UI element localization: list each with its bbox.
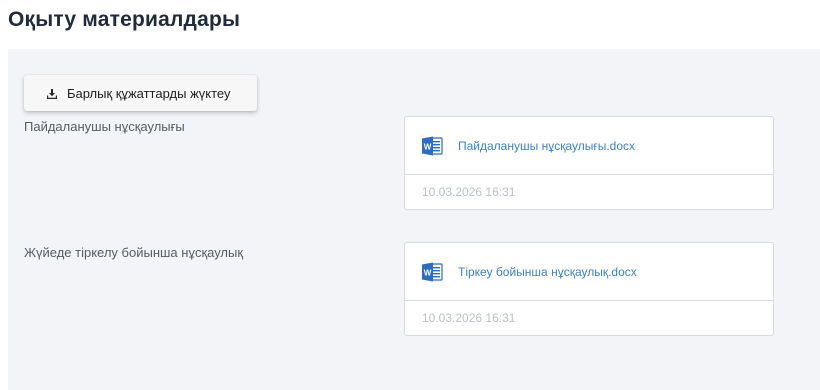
file-card: W Тіркеу бойынша нұсқаулық.docx 10.03.20… <box>404 242 774 336</box>
download-icon <box>46 87 58 99</box>
download-all-button[interactable]: Барлық құжаттарды жүктеу <box>24 75 257 111</box>
page-title: Оқыту материалдары <box>8 8 241 31</box>
file-card: W Пайдаланушы нұсқаулығы.docx 10.03.2026… <box>404 116 774 210</box>
svg-text:W: W <box>424 268 432 277</box>
file-card-header: W Пайдаланушы нұсқаулығы.docx <box>405 117 773 175</box>
file-download-link[interactable]: Пайдаланушы нұсқаулығы.docx <box>458 139 635 153</box>
file-card-header: W Тіркеу бойынша нұсқаулық.docx <box>405 243 773 301</box>
upload-date: 10.03.2026 16:31 <box>422 311 516 325</box>
file-download-link[interactable]: Тіркеу бойынша нұсқаулық.docx <box>458 265 637 279</box>
upload-date: 10.03.2026 16:31 <box>422 185 516 199</box>
download-all-label: Барлық құжаттарды жүктеу <box>67 85 231 101</box>
word-document-icon: W <box>421 261 443 283</box>
material-label: Жүйеде тіркелу бойынша нұсқаулық <box>24 245 244 260</box>
svg-text:W: W <box>424 142 432 151</box>
word-document-icon: W <box>421 135 443 157</box>
material-label: Пайдаланушы нұсқаулығы <box>24 119 185 134</box>
